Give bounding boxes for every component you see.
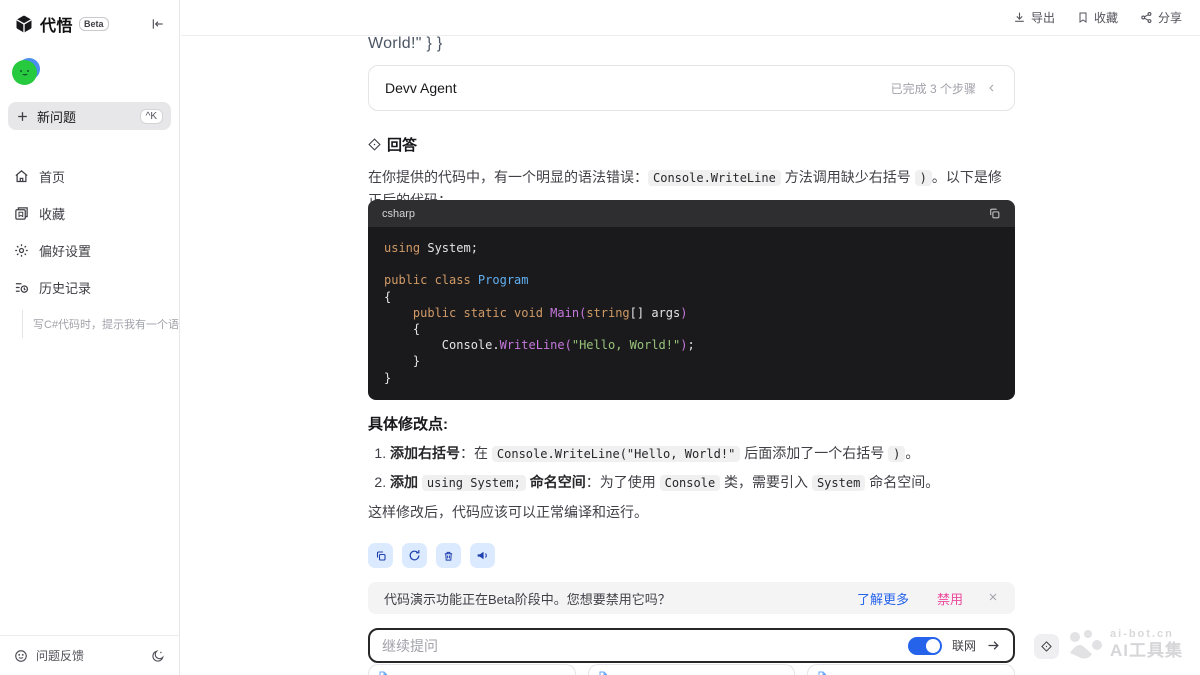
home-icon — [14, 169, 29, 184]
code-language-label: csharp — [382, 207, 416, 220]
notice-text: 代码演示功能正在Beta阶段中。您想要禁用它吗？ — [384, 591, 671, 607]
chevron-left-icon[interactable] — [986, 82, 998, 94]
feedback-icon — [14, 649, 28, 663]
paw-logo-icon — [1066, 629, 1104, 659]
beta-notice-bar: 代码演示功能正在Beta阶段中。您想要禁用它吗？ 了解更多 禁用 — [368, 582, 1015, 614]
sidebar-item-favorites[interactable]: 收藏 — [0, 195, 179, 232]
sidebar-footer: 问题反馈 — [0, 635, 179, 675]
sidebar-item-label: 收藏 — [39, 207, 66, 222]
plus-icon — [16, 110, 29, 123]
closing-paragraph: 这样修改后，代码应该可以正常编译和运行。 — [368, 504, 648, 520]
app-logo-cube-icon — [14, 14, 34, 34]
sidebar-item-preferences[interactable]: 偏好设置 — [0, 232, 179, 269]
message-actions — [368, 543, 495, 568]
quick-action-diamond-button[interactable] — [1034, 634, 1059, 659]
changes-list: 添加右括号：在 Console.WriteLine("Hello, World!… — [372, 443, 1015, 501]
delete-button[interactable] — [436, 543, 461, 568]
conversation-panel: World!" } } Devv Agent 已完成 3 个步骤 回答 在你提供… — [368, 35, 1016, 675]
code-copy-icon[interactable] — [988, 207, 1001, 220]
shortcut-badge: ^K — [139, 108, 163, 124]
new-question-label: 新问题 — [37, 109, 77, 125]
watermark-text: ai-bot.cn AI工具集 — [1110, 628, 1183, 660]
regenerate-button[interactable] — [402, 543, 427, 568]
suggestion-cards-row — [368, 664, 1016, 675]
document-icon — [379, 671, 387, 675]
user-avatar[interactable] — [12, 58, 40, 86]
followup-input-box: 联网 — [368, 628, 1015, 663]
sidebar-item-label: 偏好设置 — [39, 244, 92, 259]
sidebar-nav: 首页 收藏 偏好设置 历史记录 写C#代码时，提示我有一个语... — [0, 158, 179, 338]
suggestion-card[interactable] — [587, 664, 796, 675]
sidebar-item-history[interactable]: 历史记录 — [0, 269, 179, 306]
diamond-icon — [368, 138, 381, 151]
change-item: 添加 using System; 命名空间：为了使用 Console 类，需要引… — [390, 472, 1015, 493]
beta-badge: Beta — [79, 17, 109, 31]
history-entry[interactable]: 写C#代码时，提示我有一个语... — [22, 310, 179, 338]
code-block: csharp using System; public class Progra… — [368, 200, 1015, 400]
logo-row: 代悟 Beta — [0, 0, 179, 36]
ai-bot-watermark: ai-bot.cn AI工具集 — [1066, 628, 1183, 660]
suggestion-card[interactable] — [807, 664, 1016, 675]
share-button[interactable]: 分享 — [1140, 9, 1182, 26]
top-toolbar: 导出 收藏 分享 — [181, 0, 1200, 36]
devv-agent-card[interactable]: Devv Agent 已完成 3 个步骤 — [368, 65, 1015, 111]
learn-more-link[interactable]: 了解更多 — [857, 589, 909, 608]
avatar-green-face — [12, 60, 37, 85]
gear-icon — [14, 243, 29, 258]
document-icon — [599, 671, 607, 675]
disable-link[interactable]: 禁用 — [937, 589, 963, 608]
bookmark-collection-icon — [14, 206, 29, 221]
favorite-button[interactable]: 收藏 — [1077, 9, 1118, 26]
megaphone-icon-button[interactable] — [470, 543, 495, 568]
code-block-header: csharp — [368, 200, 1015, 227]
dark-mode-toggle-icon[interactable] — [151, 649, 165, 663]
sidebar-item-home[interactable]: 首页 — [0, 158, 179, 195]
history-icon — [14, 280, 29, 295]
app-window: 代悟 Beta 新问题 ^K 首页 收藏 偏好设置 历史记录 写C#代码时，提示… — [0, 0, 1200, 675]
new-question-button[interactable]: 新问题 ^K — [8, 102, 171, 130]
sidebar: 代悟 Beta 新问题 ^K 首页 收藏 偏好设置 历史记录 写C#代码时，提示… — [0, 0, 180, 675]
document-icon — [818, 671, 827, 675]
sidebar-item-label: 历史记录 — [39, 281, 92, 296]
feedback-label[interactable]: 问题反馈 — [36, 647, 84, 664]
changes-heading: 具体修改点: — [368, 416, 448, 433]
download-icon — [1013, 11, 1026, 24]
followup-input[interactable] — [382, 637, 898, 654]
web-search-label: 联网 — [951, 639, 976, 653]
toggle-knob — [925, 638, 940, 653]
code-body: using System; public class Program{ publ… — [368, 227, 1015, 400]
send-arrow-icon[interactable] — [986, 638, 1001, 653]
suggestion-card[interactable] — [368, 664, 576, 675]
copy-button[interactable] — [368, 543, 393, 568]
agent-title: Devv Agent — [385, 80, 457, 96]
share-icon — [1140, 11, 1153, 24]
bookmark-icon — [1077, 11, 1089, 24]
export-button[interactable]: 导出 — [1013, 9, 1055, 26]
agent-steps-status: 已完成 3 个步骤 — [890, 81, 976, 96]
close-icon[interactable] — [987, 591, 999, 605]
sidebar-item-label: 首页 — [39, 170, 66, 185]
previous-message-tail: World!" } } — [368, 35, 443, 52]
app-title: 代悟 — [40, 18, 74, 35]
answer-section-heading: 回答 — [368, 134, 417, 155]
web-search-toggle[interactable] — [907, 636, 942, 655]
change-item: 添加右括号：在 Console.WriteLine("Hello, World!… — [390, 443, 1015, 464]
sidebar-collapse-icon[interactable] — [151, 17, 165, 31]
